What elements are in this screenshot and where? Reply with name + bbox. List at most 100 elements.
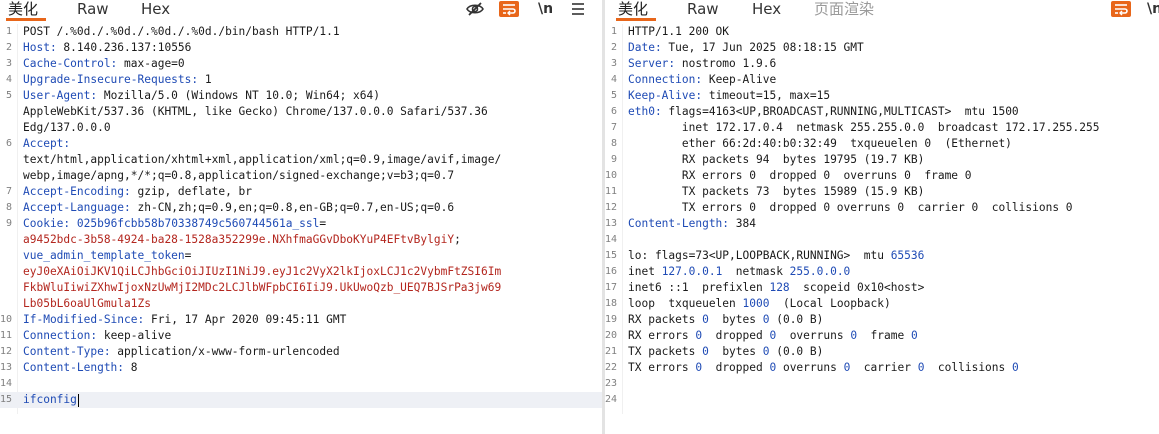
text-segment: nostromo 1.9.6 bbox=[675, 57, 777, 70]
line-text: Lb05bL6oaUlGmula1Zs bbox=[23, 296, 602, 312]
text-segment: inet6 ::1 prefixlen bbox=[628, 281, 770, 294]
text-segment: loop txqueuelen bbox=[628, 297, 743, 310]
text-segment: = bbox=[184, 249, 192, 262]
request-line: eyJ0eXAiOiJKV1QiLCJhbGciOiJIUzI1NiJ9.eyJ… bbox=[0, 264, 602, 280]
header-name: Content-Type: bbox=[23, 345, 111, 358]
response-tab-pretty[interactable]: 美化 bbox=[618, 0, 648, 18]
request-line: 4 Upgrade-Insecure-Requests: 1 bbox=[0, 72, 602, 88]
request-line: FkbWluIiwiZXhwIjoxNzUwMjI2MDc2LCJlbWFpbC… bbox=[0, 280, 602, 296]
text-segment: ; bbox=[454, 233, 461, 246]
response-line: 15 lo: flags=73<UP,LOOPBACK,RUNNING> mtu … bbox=[605, 248, 1159, 264]
line-number: 5 bbox=[610, 90, 617, 101]
eye-slash-icon[interactable] bbox=[465, 1, 485, 17]
response-pane: 美化 Raw Hex 页面渲染 \n 1 HTTP/1.1 200 OK 2 Date… bbox=[605, 0, 1159, 434]
response-line: 23 bbox=[605, 376, 1159, 392]
text-segment: carrier bbox=[850, 361, 918, 374]
line-number: 5 bbox=[5, 90, 12, 101]
cookie-value: Lb05bL6oaUlGmula1Zs bbox=[23, 297, 151, 310]
text-segment: HTTP/1.1 200 OK bbox=[628, 25, 730, 38]
line-text: If-Modified-Since: Fri, 17 Apr 2020 09:4… bbox=[23, 312, 602, 328]
request-line: 12 Content-Type: application/x-www-form-u… bbox=[0, 344, 602, 360]
line-number: 15 bbox=[605, 250, 618, 261]
line-text: eyJ0eXAiOiJKV1QiLCJhbGciOiJIUzI1NiJ9.eyJ… bbox=[23, 264, 602, 280]
line-number: 12 bbox=[605, 202, 618, 213]
text-segment: Fri, 17 Apr 2020 09:45:11 GMT bbox=[144, 313, 347, 326]
request-tab-raw[interactable]: Raw bbox=[77, 0, 109, 18]
line-text: Accept-Language: zh-CN,zh;q=0.9,en;q=0.8… bbox=[23, 200, 602, 216]
line-number: 13 bbox=[605, 218, 618, 229]
response-tab-raw[interactable]: Raw bbox=[687, 0, 719, 18]
response-line: 7 inet 172.17.0.4 netmask 255.255.0.0 br… bbox=[605, 120, 1159, 136]
cookie-value: FkbWluIiwiZXhwIjoxNzUwMjI2MDc2LCJlbWFpbC… bbox=[23, 281, 502, 294]
line-text: text/html,application/xhtml+xml,applicat… bbox=[23, 152, 602, 168]
request-line: a9452bdc-3b58-4924-ba28-1528a352299e.NXh… bbox=[0, 232, 602, 248]
line-number: 14 bbox=[605, 234, 618, 245]
request-line: 10 If-Modified-Since: Fri, 17 Apr 2020 09… bbox=[0, 312, 602, 328]
request-tab-pretty[interactable]: 美化 bbox=[8, 0, 38, 18]
line-number: 23 bbox=[605, 378, 618, 389]
line-number: 24 bbox=[605, 394, 618, 405]
newline-toggle[interactable]: \n bbox=[538, 0, 553, 18]
text-segment: Keep-Alive bbox=[702, 73, 777, 86]
line-number: 2 bbox=[610, 42, 617, 53]
line-number: 3 bbox=[610, 58, 617, 69]
request-line: text/html,application/xhtml+xml,applicat… bbox=[0, 152, 602, 168]
response-tabs: 美化 Raw Hex 页面渲染 \n bbox=[605, 0, 1159, 22]
line-number: 18 bbox=[605, 298, 618, 309]
response-line: 1 HTTP/1.1 200 OK bbox=[605, 24, 1159, 40]
line-text: Content-Type: application/x-www-form-url… bbox=[23, 344, 602, 360]
response-line: 16 inet 127.0.0.1 netmask 255.0.0.0 bbox=[605, 264, 1159, 280]
header-name: Upgrade-Insecure-Requests: bbox=[23, 73, 199, 86]
header-name: Connection: bbox=[23, 329, 98, 342]
wrap-lines-icon[interactable] bbox=[1111, 1, 1131, 17]
text-segment: inet 172.17.0.4 netmask 255.255.0.0 broa… bbox=[628, 121, 1100, 134]
line-text: Host: 8.140.236.137:10556 bbox=[23, 40, 602, 56]
newline-toggle[interactable]: \n bbox=[1147, 0, 1159, 18]
text-segment: timeout=15, max=15 bbox=[702, 89, 831, 102]
header-name: User-Agent: bbox=[23, 89, 98, 102]
line-text: inet 172.17.0.4 netmask 255.255.0.0 broa… bbox=[628, 120, 1159, 136]
line-text: TX packets 73 bytes 15989 (15.9 KB) bbox=[628, 184, 1159, 200]
text-segment: 1 bbox=[198, 73, 212, 86]
text-segment: Edg/137.0.0.0 bbox=[23, 121, 111, 134]
line-number: 14 bbox=[0, 378, 13, 389]
response-tab-render[interactable]: 页面渲染 bbox=[814, 0, 874, 18]
header-name: Accept-Encoding: bbox=[23, 185, 131, 198]
text-segment: keep-alive bbox=[97, 329, 172, 342]
text-segment: (Local Loopback) bbox=[769, 297, 891, 310]
hamburger-menu-icon[interactable] bbox=[568, 1, 588, 17]
line-number: 6 bbox=[5, 138, 12, 149]
text-segment: TX packets 73 bytes 15989 (15.9 KB) bbox=[628, 185, 925, 198]
numeric-value: 128 bbox=[769, 281, 790, 294]
text-segment: 384 bbox=[729, 217, 756, 230]
header-name: Accept-Language: bbox=[23, 201, 131, 214]
numeric-value: 0 bbox=[1012, 361, 1019, 374]
wrap-lines-icon[interactable] bbox=[499, 1, 519, 17]
text-cursor bbox=[77, 393, 79, 407]
text-segment: scopeid 0x10<host> bbox=[789, 281, 925, 294]
request-line: 13 Content-Length: 8 bbox=[0, 360, 602, 376]
request-line: Lb05bL6oaUlGmula1Zs bbox=[0, 296, 602, 312]
header-name: Content-Length: bbox=[628, 217, 730, 230]
text-segment: Tue, 17 Jun 2025 08:18:15 GMT bbox=[661, 41, 864, 54]
request-tab-hex[interactable]: Hex bbox=[141, 0, 170, 18]
line-number: 6 bbox=[610, 106, 617, 117]
text-segment: TX errors bbox=[628, 361, 696, 374]
text-segment: flags=4163<UP,BROADCAST,RUNNING,MULTICAS… bbox=[661, 105, 1019, 118]
active-tab-indicator bbox=[616, 18, 656, 21]
text-segment: ether 66:2d:40:b0:32:49 txqueuelen 0 (Et… bbox=[628, 137, 1012, 150]
header-name: Cookie: bbox=[23, 217, 71, 230]
line-text: Accept-Encoding: gzip, deflate, br bbox=[23, 184, 602, 200]
text-segment: bytes bbox=[708, 345, 763, 358]
header-name: Date: bbox=[628, 41, 662, 54]
header-name: Server: bbox=[628, 57, 676, 70]
line-text: webp,image/apng,*/*;q=0.8,application/si… bbox=[23, 168, 602, 184]
text-segment: application/x-www-form-urlencoded bbox=[110, 345, 340, 358]
line-text: Keep-Alive: timeout=15, max=15 bbox=[628, 88, 1159, 104]
response-tab-hex[interactable]: Hex bbox=[752, 0, 781, 18]
request-line: 6 Accept: bbox=[0, 136, 602, 152]
line-number: 11 bbox=[605, 186, 618, 197]
highlight-token: ifconfig bbox=[23, 393, 77, 406]
line-text: Edg/137.0.0.0 bbox=[23, 120, 602, 136]
text-segment: netmask bbox=[722, 265, 790, 278]
